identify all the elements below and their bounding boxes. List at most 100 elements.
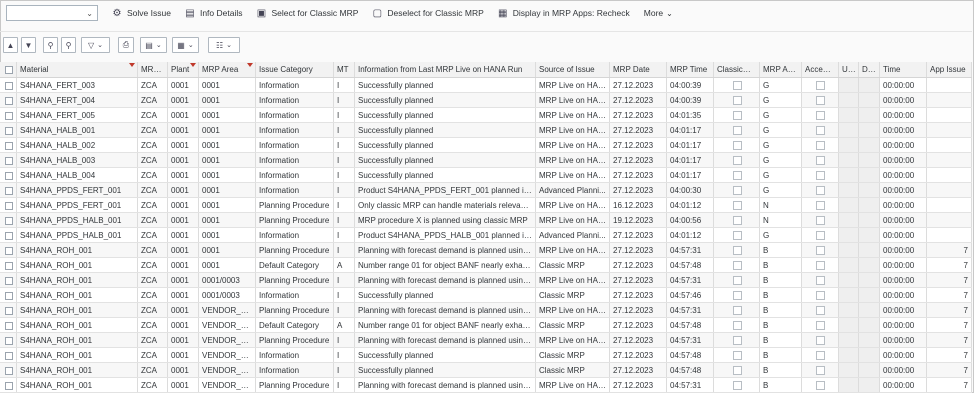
classic-mrp-checkbox[interactable] xyxy=(732,336,742,345)
cell-classic-mrp[interactable] xyxy=(714,288,760,302)
column-header-source-of-issue[interactable]: Source of Issue xyxy=(536,62,610,77)
accepted-checkbox[interactable] xyxy=(816,201,825,210)
classic-mrp-checkbox[interactable] xyxy=(732,276,742,285)
table-row[interactable]: S4HANA_ROH_001 ZCA 0001 VENDOR_003 Informati… xyxy=(0,363,972,378)
cell-classic-mrp[interactable] xyxy=(714,78,760,92)
row-selector[interactable] xyxy=(0,228,17,242)
table-row[interactable]: S4HANA_ROH_001 ZCA 0001 0001/0003 Planning P… xyxy=(0,273,972,288)
table-row[interactable]: S4HANA_FERT_004 ZCA 0001 0001 Information I Su… xyxy=(0,93,972,108)
column-header-information[interactable]: Information from Last MRP Live on HANA R… xyxy=(355,62,536,77)
classic-mrp-checkbox[interactable] xyxy=(732,351,742,360)
accepted-checkbox[interactable] xyxy=(816,186,825,195)
table-row[interactable]: S4HANA_ROH_001 ZCA 0001 VENDOR_001 Planning … xyxy=(0,303,972,318)
cell-classic-mrp[interactable] xyxy=(714,153,760,167)
table-row[interactable]: S4HANA_FERT_005 ZCA 0001 0001 Information I Su… xyxy=(0,108,972,123)
table-row[interactable]: S4HANA_HALB_003 ZCA 0001 0001 Information I Su… xyxy=(0,153,972,168)
cell-classic-mrp[interactable] xyxy=(714,108,760,122)
classic-mrp-checkbox[interactable] xyxy=(732,306,742,315)
accepted-checkbox[interactable] xyxy=(816,156,825,165)
classic-mrp-checkbox[interactable] xyxy=(732,366,742,375)
row-selector[interactable] xyxy=(0,183,17,197)
accepted-checkbox[interactable] xyxy=(816,246,825,255)
cell-accepted[interactable] xyxy=(802,363,839,377)
views-icon[interactable]: ▦ ⌄ xyxy=(172,37,199,53)
column-header-user[interactable]: User xyxy=(839,62,859,77)
row-selector[interactable] xyxy=(0,303,17,317)
variant-dropdown[interactable]: ⌄ xyxy=(6,5,98,21)
cell-classic-mrp[interactable] xyxy=(714,168,760,182)
accepted-checkbox[interactable] xyxy=(816,96,825,105)
table-row[interactable]: S4HANA_ROH_001 ZCA 0001 VENDOR_001 Default C… xyxy=(0,318,972,333)
column-header-classic-mrp[interactable]: ClassicMRP xyxy=(714,62,760,77)
accepted-checkbox[interactable] xyxy=(816,111,825,120)
cell-classic-mrp[interactable] xyxy=(714,198,760,212)
cell-accepted[interactable] xyxy=(802,228,839,242)
row-selector[interactable] xyxy=(0,258,17,272)
table-row[interactable]: S4HANA_ROH_001 ZCA 0001 VENDOR_002 Planning … xyxy=(0,333,972,348)
classic-mrp-checkbox[interactable] xyxy=(732,246,742,255)
sort-ascending-icon[interactable]: ▲ xyxy=(3,37,18,53)
cell-accepted[interactable] xyxy=(802,348,839,362)
cell-classic-mrp[interactable] xyxy=(714,333,760,347)
row-selector[interactable] xyxy=(0,363,17,377)
cell-accepted[interactable] xyxy=(802,288,839,302)
classic-mrp-checkbox[interactable] xyxy=(732,261,742,270)
table-row[interactable]: S4HANA_HALB_004 ZCA 0001 0001 Information I Su… xyxy=(0,168,972,183)
classic-mrp-checkbox[interactable] xyxy=(732,216,742,225)
row-selector[interactable] xyxy=(0,153,17,167)
info-details-button[interactable]: ▤ Info Details xyxy=(185,8,242,19)
table-row[interactable]: S4HANA_PPDS_HALB_001 ZCA 0001 0001 Informati… xyxy=(0,228,972,243)
accepted-checkbox[interactable] xyxy=(816,381,825,390)
accepted-checkbox[interactable] xyxy=(816,276,825,285)
cell-classic-mrp[interactable] xyxy=(714,303,760,317)
accepted-checkbox[interactable] xyxy=(816,291,825,300)
table-row[interactable]: S4HANA_PPDS_FERT_001 ZCA 0001 0001 Informati… xyxy=(0,183,972,198)
table-row[interactable]: S4HANA_FERT_003 ZCA 0001 0001 Information I Su… xyxy=(0,78,972,93)
cell-accepted[interactable] xyxy=(802,273,839,287)
column-header-material[interactable]: Material xyxy=(17,62,138,77)
column-header-message-type[interactable]: MT xyxy=(334,62,355,77)
select-classic-mrp-button[interactable]: ▣ Select for Classic MRP xyxy=(256,8,359,19)
row-selector[interactable] xyxy=(0,243,17,257)
row-selector[interactable] xyxy=(0,93,17,107)
cell-accepted[interactable] xyxy=(802,183,839,197)
table-row[interactable]: S4HANA_ROH_001 ZCA 0001 0001 Default Categor… xyxy=(0,258,972,273)
classic-mrp-checkbox[interactable] xyxy=(732,96,742,105)
cell-accepted[interactable] xyxy=(802,78,839,92)
row-selector[interactable] xyxy=(0,333,17,347)
cell-accepted[interactable] xyxy=(802,378,839,392)
cell-accepted[interactable] xyxy=(802,123,839,137)
cell-accepted[interactable] xyxy=(802,138,839,152)
accepted-checkbox[interactable] xyxy=(816,141,825,150)
cell-accepted[interactable] xyxy=(802,303,839,317)
column-header-app-issue[interactable]: App Issue xyxy=(927,62,972,77)
find-icon[interactable]: ⚲ xyxy=(43,37,58,53)
accepted-checkbox[interactable] xyxy=(816,126,825,135)
cell-accepted[interactable] xyxy=(802,333,839,347)
cell-accepted[interactable] xyxy=(802,318,839,332)
cell-accepted[interactable] xyxy=(802,258,839,272)
row-selector[interactable] xyxy=(0,123,17,137)
accepted-checkbox[interactable] xyxy=(816,231,825,240)
table-row[interactable]: S4HANA_PPDS_FERT_001 ZCA 0001 0001 Planning … xyxy=(0,198,972,213)
row-selector[interactable] xyxy=(0,273,17,287)
display-mrp-apps-button[interactable]: ▦ Display in MRP Apps: Recheck xyxy=(498,8,630,19)
table-row[interactable]: S4HANA_HALB_001 ZCA 0001 0001 Information I Su… xyxy=(0,123,972,138)
column-header-accepted[interactable]: Accepted xyxy=(802,62,839,77)
accepted-checkbox[interactable] xyxy=(816,321,825,330)
accepted-checkbox[interactable] xyxy=(816,81,825,90)
cell-accepted[interactable] xyxy=(802,93,839,107)
cell-classic-mrp[interactable] xyxy=(714,363,760,377)
cell-accepted[interactable] xyxy=(802,213,839,227)
export-icon[interactable]: ▤ ⌄ xyxy=(140,37,167,53)
cell-classic-mrp[interactable] xyxy=(714,273,760,287)
row-selector[interactable] xyxy=(0,318,17,332)
classic-mrp-checkbox[interactable] xyxy=(732,381,742,390)
table-row[interactable]: S4HANA_HALB_002 ZCA 0001 0001 Information I Su… xyxy=(0,138,972,153)
cell-classic-mrp[interactable] xyxy=(714,318,760,332)
cell-classic-mrp[interactable] xyxy=(714,348,760,362)
cell-classic-mrp[interactable] xyxy=(714,243,760,257)
select-all-checkbox[interactable] xyxy=(0,62,17,77)
column-header-mrp-apps[interactable]: MRP Apps xyxy=(760,62,802,77)
sort-descending-icon[interactable]: ▼ xyxy=(21,37,36,53)
